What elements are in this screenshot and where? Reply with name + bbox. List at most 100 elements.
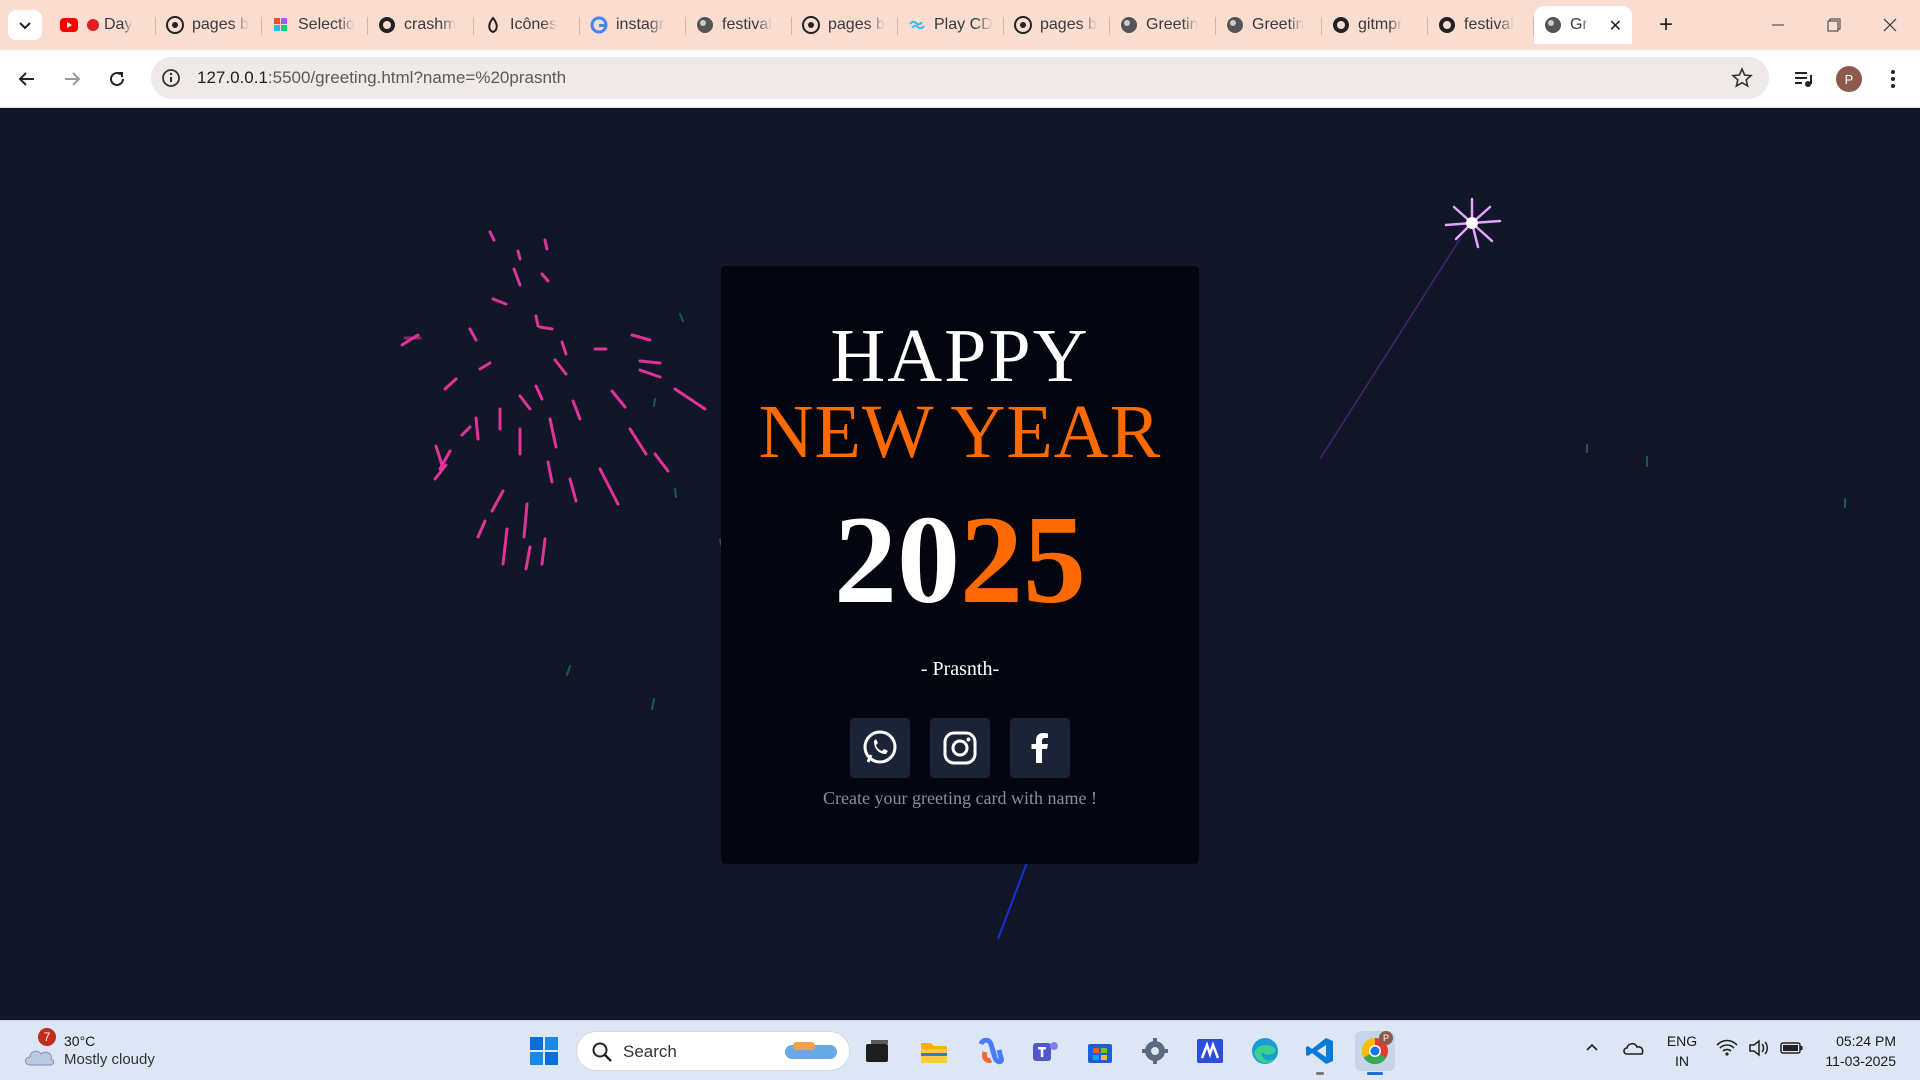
reload-button[interactable] [102,64,132,94]
menu-button[interactable] [1880,66,1906,92]
share-whatsapp-button[interactable] [850,718,910,778]
tab-10[interactable]: Greetin [1110,6,1216,44]
share-facebook-button[interactable] [1010,718,1070,778]
tab-11[interactable]: Greetin [1216,6,1322,44]
figma-icon [272,16,290,34]
app-button-m[interactable] [1190,1031,1230,1071]
task-view-icon [866,1040,888,1062]
create-card-link[interactable]: Create your greeting card with name ! [721,788,1199,809]
tab-strip: Day pages b Selectio crashm Icônes insta… [0,0,1920,50]
tab-6[interactable]: festival [686,6,792,44]
github-copilot-icon [166,16,184,34]
chrome-button[interactable]: P [1355,1031,1395,1075]
vscode-button[interactable] [1300,1031,1340,1075]
tab-list: Day pages b Selectio crashm Icônes insta… [50,6,1632,44]
facebook-icon [1031,733,1048,763]
copilot-button[interactable] [970,1031,1010,1071]
teams-button[interactable] [1025,1031,1065,1071]
close-icon [1883,18,1897,32]
tab-12[interactable]: gitmpr [1322,6,1428,44]
site-info-icon[interactable] [161,68,181,88]
tab-13[interactable]: festival [1428,6,1534,44]
forward-button[interactable] [57,64,87,94]
avatar[interactable]: P [1836,66,1862,92]
tab-9[interactable]: pages b [1004,6,1110,44]
task-view-button[interactable] [857,1031,897,1071]
close-window-button[interactable] [1862,0,1918,50]
chevron-up-icon [1586,1043,1598,1051]
media-controls-button[interactable] [1790,66,1816,92]
firework-rocket-purple [1319,197,1502,460]
tab-4[interactable]: Icônes [474,6,580,44]
browser-toolbar: 127.0.0.1:5500/greeting.html?name=%20pra… [0,50,1920,108]
tab-title: pages b [1040,16,1097,33]
greeting-year: 2025 [721,498,1199,624]
more-vertical-icon [1891,70,1895,88]
tab-title: gitmpr [1358,16,1403,33]
url-host: 127.0.0.1 [197,68,268,87]
tab-title: festival [722,16,772,33]
tab-0[interactable]: Day [50,6,156,44]
search-highlight-icon [785,1042,837,1059]
settings-button[interactable] [1135,1031,1175,1071]
recording-dot-icon [86,16,100,34]
windows-taskbar: 7 30°C Mostly cloudy Search P ENG IN 05:… [0,1020,1920,1080]
app-m-icon [1197,1039,1223,1063]
weather-widget[interactable]: 7 30°C Mostly cloudy [20,1028,200,1071]
youtube-icon [60,16,78,34]
url-path: :5500/greeting.html?name=%20prasnth [267,68,567,87]
tab-title: festival [1464,16,1514,33]
start-button[interactable] [524,1031,564,1071]
copilot-icon [978,1037,1004,1065]
url-text[interactable]: 127.0.0.1:5500/greeting.html?name=%20pra… [197,68,566,88]
page-viewport: HAPPY NEW YEAR 2025 - Prasnth- Create yo… [0,109,1920,1020]
whatsapp-icon [863,730,897,764]
tab-1[interactable]: pages b [156,6,262,44]
tab-7[interactable]: pages b [792,6,898,44]
new-tab-button[interactable]: + [1652,10,1680,40]
google-icon [590,16,608,34]
reload-icon [110,71,124,86]
minimize-button[interactable] [1750,0,1806,50]
tab-8[interactable]: Play CD [898,6,1004,44]
store-icon [1088,1044,1112,1063]
tab-title: Gr [1570,16,1588,33]
teams-icon [1033,1042,1058,1061]
edge-button[interactable] [1245,1031,1285,1071]
tab-title: Day [104,16,133,33]
onedrive-status[interactable] [1622,1039,1646,1060]
tab-5[interactable]: instagr [580,6,686,44]
icones-icon [484,16,502,34]
tab-2[interactable]: Selectio [262,6,368,44]
file-explorer-button[interactable] [914,1031,954,1071]
tab-title: Icônes [510,16,558,33]
address-bar[interactable]: 127.0.0.1:5500/greeting.html?name=%20pra… [151,57,1769,99]
share-instagram-button[interactable] [930,718,990,778]
search-label: Search [623,1042,677,1061]
store-button[interactable] [1080,1031,1120,1071]
active-indicator [1367,1072,1383,1075]
clock-time: 05:24 PM [1836,1033,1896,1049]
taskbar-search[interactable]: Search [576,1031,850,1071]
tab-title: pages b [192,16,249,33]
wifi-icon [1716,1039,1738,1056]
system-clock[interactable]: 05:24 PM 11-03-2025 [1812,1031,1896,1071]
back-button[interactable] [12,64,42,94]
github-copilot-icon [1014,16,1032,34]
greeting-name: - Prasnth- [920,658,1000,680]
arrow-right-icon [65,72,81,86]
folder-icon [921,1043,947,1063]
quick-settings[interactable] [1716,1039,1804,1060]
show-hidden-icons-button[interactable] [1584,1039,1600,1058]
greeting-line-new-year: NEW YEAR [758,390,1162,474]
close-tab-icon[interactable]: ✕ [1609,16,1622,36]
tab-3[interactable]: crashm [368,6,474,44]
restore-button[interactable] [1806,0,1862,50]
bookmark-star-icon[interactable] [1731,67,1753,89]
weather-temperature: 30°C [64,1033,96,1049]
tab-active[interactable]: Gr ✕ [1534,6,1632,44]
region-code: IN [1675,1053,1689,1069]
tab-search-button[interactable] [8,10,42,40]
year-part-orange: 25 [960,491,1086,630]
input-language[interactable]: ENG IN [1664,1031,1700,1071]
